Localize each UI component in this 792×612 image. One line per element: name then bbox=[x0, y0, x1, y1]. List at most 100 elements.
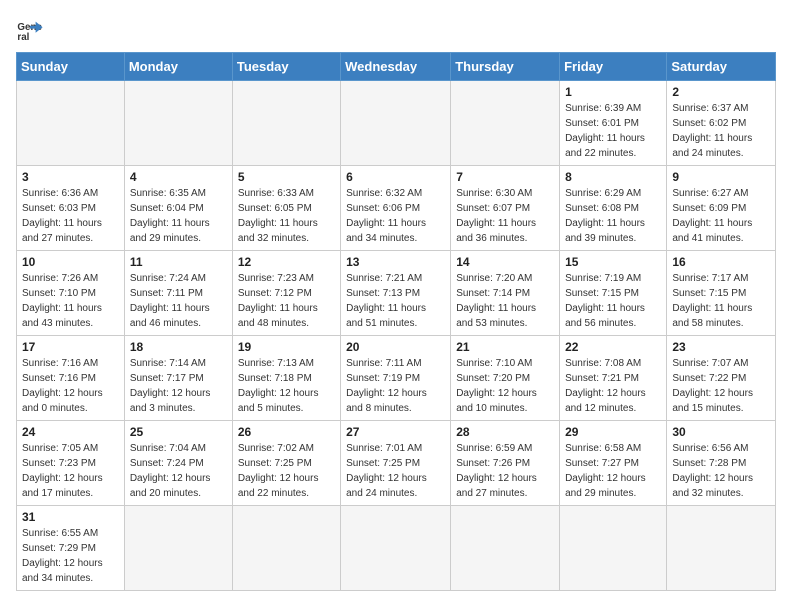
weekday-header: Wednesday bbox=[341, 53, 451, 81]
day-number: 4 bbox=[130, 170, 227, 184]
day-info: Sunrise: 7:13 AMSunset: 7:18 PMDaylight:… bbox=[238, 356, 335, 416]
day-info: Sunrise: 6:30 AMSunset: 6:07 PMDaylight:… bbox=[456, 186, 554, 246]
calendar-day-cell: 25Sunrise: 7:04 AMSunset: 7:24 PMDayligh… bbox=[124, 421, 232, 506]
day-info: Sunrise: 7:17 AMSunset: 7:15 PMDaylight:… bbox=[672, 271, 770, 331]
day-info: Sunrise: 7:11 AMSunset: 7:19 PMDaylight:… bbox=[346, 356, 445, 416]
day-info: Sunrise: 7:26 AMSunset: 7:10 PMDaylight:… bbox=[22, 271, 119, 331]
day-info: Sunrise: 6:29 AMSunset: 6:08 PMDaylight:… bbox=[565, 186, 661, 246]
weekday-header: Monday bbox=[124, 53, 232, 81]
calendar-day-cell: 1 Sunrise: 6:39 AMSunset: 6:01 PMDaylight… bbox=[560, 81, 667, 166]
calendar-day-cell: 23 Sunrise: 7:07 AMSunset: 7:22 PMDayligh… bbox=[667, 336, 776, 421]
day-info: Sunrise: 7:16 AMSunset: 7:16 PMDaylight:… bbox=[22, 356, 119, 416]
day-number: 16 bbox=[672, 255, 770, 269]
calendar-day-cell: 19Sunrise: 7:13 AMSunset: 7:18 PMDayligh… bbox=[232, 336, 340, 421]
calendar-day-cell bbox=[124, 506, 232, 591]
calendar-table: SundayMondayTuesdayWednesdayThursdayFrid… bbox=[16, 52, 776, 591]
calendar-day-cell: 4 Sunrise: 6:35 AMSunset: 6:04 PMDaylight… bbox=[124, 166, 232, 251]
calendar-week-row: 17 Sunrise: 7:16 AMSunset: 7:16 PMDayligh… bbox=[17, 336, 776, 421]
calendar-day-cell bbox=[17, 81, 125, 166]
day-info: Sunrise: 7:05 AMSunset: 7:23 PMDaylight:… bbox=[22, 441, 119, 501]
day-number: 29 bbox=[565, 425, 661, 439]
calendar-day-cell: 6Sunrise: 6:32 AMSunset: 6:06 PMDaylight… bbox=[341, 166, 451, 251]
day-info: Sunrise: 7:19 AMSunset: 7:15 PMDaylight:… bbox=[565, 271, 661, 331]
day-number: 30 bbox=[672, 425, 770, 439]
day-info: Sunrise: 7:01 AMSunset: 7:25 PMDaylight:… bbox=[346, 441, 445, 501]
calendar-day-cell: 16 Sunrise: 7:17 AMSunset: 7:15 PMDayligh… bbox=[667, 251, 776, 336]
day-info: Sunrise: 7:21 AMSunset: 7:13 PMDaylight:… bbox=[346, 271, 445, 331]
calendar-day-cell bbox=[232, 81, 340, 166]
day-number: 27 bbox=[346, 425, 445, 439]
calendar-day-cell: 31 Sunrise: 6:55 AMSunset: 7:29 PMDayligh… bbox=[17, 506, 125, 591]
day-number: 12 bbox=[238, 255, 335, 269]
calendar-day-cell: 24 Sunrise: 7:05 AMSunset: 7:23 PMDayligh… bbox=[17, 421, 125, 506]
day-info: Sunrise: 6:36 AMSunset: 6:03 PMDaylight:… bbox=[22, 186, 119, 246]
day-info: Sunrise: 7:20 AMSunset: 7:14 PMDaylight:… bbox=[456, 271, 554, 331]
day-info: Sunrise: 7:02 AMSunset: 7:25 PMDaylight:… bbox=[238, 441, 335, 501]
day-info: Sunrise: 6:39 AMSunset: 6:01 PMDaylight:… bbox=[565, 101, 661, 161]
calendar-day-cell bbox=[451, 81, 560, 166]
day-number: 9 bbox=[672, 170, 770, 184]
day-info: Sunrise: 6:59 AMSunset: 7:26 PMDaylight:… bbox=[456, 441, 554, 501]
day-info: Sunrise: 7:23 AMSunset: 7:12 PMDaylight:… bbox=[238, 271, 335, 331]
day-info: Sunrise: 6:32 AMSunset: 6:06 PMDaylight:… bbox=[346, 186, 445, 246]
day-number: 5 bbox=[238, 170, 335, 184]
day-number: 1 bbox=[565, 85, 661, 99]
day-number: 24 bbox=[22, 425, 119, 439]
day-info: Sunrise: 7:24 AMSunset: 7:11 PMDaylight:… bbox=[130, 271, 227, 331]
weekday-header: Thursday bbox=[451, 53, 560, 81]
calendar-week-row: 3 Sunrise: 6:36 AMSunset: 6:03 PMDaylight… bbox=[17, 166, 776, 251]
day-number: 28 bbox=[456, 425, 554, 439]
calendar-day-cell bbox=[341, 506, 451, 591]
calendar-day-cell bbox=[341, 81, 451, 166]
calendar-day-cell: 28 Sunrise: 6:59 AMSunset: 7:26 PMDayligh… bbox=[451, 421, 560, 506]
day-number: 15 bbox=[565, 255, 661, 269]
calendar-day-cell: 11 Sunrise: 7:24 AMSunset: 7:11 PMDayligh… bbox=[124, 251, 232, 336]
day-number: 18 bbox=[130, 340, 227, 354]
day-number: 20 bbox=[346, 340, 445, 354]
day-number: 17 bbox=[22, 340, 119, 354]
calendar-day-cell: 15 Sunrise: 7:19 AMSunset: 7:15 PMDayligh… bbox=[560, 251, 667, 336]
day-number: 26 bbox=[238, 425, 335, 439]
weekday-header: Saturday bbox=[667, 53, 776, 81]
svg-text:ral: ral bbox=[17, 32, 29, 43]
calendar-day-cell: 13 Sunrise: 7:21 AMSunset: 7:13 PMDayligh… bbox=[341, 251, 451, 336]
calendar-day-cell bbox=[560, 506, 667, 591]
calendar-header-row: SundayMondayTuesdayWednesdayThursdayFrid… bbox=[17, 53, 776, 81]
day-info: Sunrise: 6:37 AMSunset: 6:02 PMDaylight:… bbox=[672, 101, 770, 161]
logo: Gene ral bbox=[16, 16, 48, 44]
calendar-day-cell: 22Sunrise: 7:08 AMSunset: 7:21 PMDayligh… bbox=[560, 336, 667, 421]
day-number: 22 bbox=[565, 340, 661, 354]
day-info: Sunrise: 7:14 AMSunset: 7:17 PMDaylight:… bbox=[130, 356, 227, 416]
calendar-day-cell: 17 Sunrise: 7:16 AMSunset: 7:16 PMDayligh… bbox=[17, 336, 125, 421]
day-info: Sunrise: 7:10 AMSunset: 7:20 PMDaylight:… bbox=[456, 356, 554, 416]
calendar-day-cell bbox=[124, 81, 232, 166]
day-number: 11 bbox=[130, 255, 227, 269]
calendar-day-cell bbox=[667, 506, 776, 591]
day-number: 3 bbox=[22, 170, 119, 184]
day-number: 10 bbox=[22, 255, 119, 269]
header-section: Gene ral bbox=[16, 16, 776, 44]
day-info: Sunrise: 7:07 AMSunset: 7:22 PMDaylight:… bbox=[672, 356, 770, 416]
day-number: 31 bbox=[22, 510, 119, 524]
day-number: 25 bbox=[130, 425, 227, 439]
calendar-day-cell: 5 Sunrise: 6:33 AMSunset: 6:05 PMDaylight… bbox=[232, 166, 340, 251]
weekday-header: Friday bbox=[560, 53, 667, 81]
calendar-day-cell bbox=[232, 506, 340, 591]
calendar-day-cell: 10 Sunrise: 7:26 AMSunset: 7:10 PMDayligh… bbox=[17, 251, 125, 336]
calendar-day-cell: 9Sunrise: 6:27 AMSunset: 6:09 PMDaylight… bbox=[667, 166, 776, 251]
day-number: 8 bbox=[565, 170, 661, 184]
day-number: 23 bbox=[672, 340, 770, 354]
calendar-day-cell: 7Sunrise: 6:30 AMSunset: 6:07 PMDaylight… bbox=[451, 166, 560, 251]
calendar-day-cell: 12 Sunrise: 7:23 AMSunset: 7:12 PMDayligh… bbox=[232, 251, 340, 336]
day-info: Sunrise: 6:58 AMSunset: 7:27 PMDaylight:… bbox=[565, 441, 661, 501]
calendar-week-row: 1 Sunrise: 6:39 AMSunset: 6:01 PMDaylight… bbox=[17, 81, 776, 166]
day-info: Sunrise: 6:55 AMSunset: 7:29 PMDaylight:… bbox=[22, 526, 119, 586]
calendar-week-row: 10 Sunrise: 7:26 AMSunset: 7:10 PMDayligh… bbox=[17, 251, 776, 336]
calendar-day-cell: 2Sunrise: 6:37 AMSunset: 6:02 PMDaylight… bbox=[667, 81, 776, 166]
day-number: 13 bbox=[346, 255, 445, 269]
calendar-day-cell: 8 Sunrise: 6:29 AMSunset: 6:08 PMDaylight… bbox=[560, 166, 667, 251]
day-info: Sunrise: 6:35 AMSunset: 6:04 PMDaylight:… bbox=[130, 186, 227, 246]
day-info: Sunrise: 6:33 AMSunset: 6:05 PMDaylight:… bbox=[238, 186, 335, 246]
calendar-day-cell: 27 Sunrise: 7:01 AMSunset: 7:25 PMDayligh… bbox=[341, 421, 451, 506]
calendar-day-cell: 18 Sunrise: 7:14 AMSunset: 7:17 PMDayligh… bbox=[124, 336, 232, 421]
